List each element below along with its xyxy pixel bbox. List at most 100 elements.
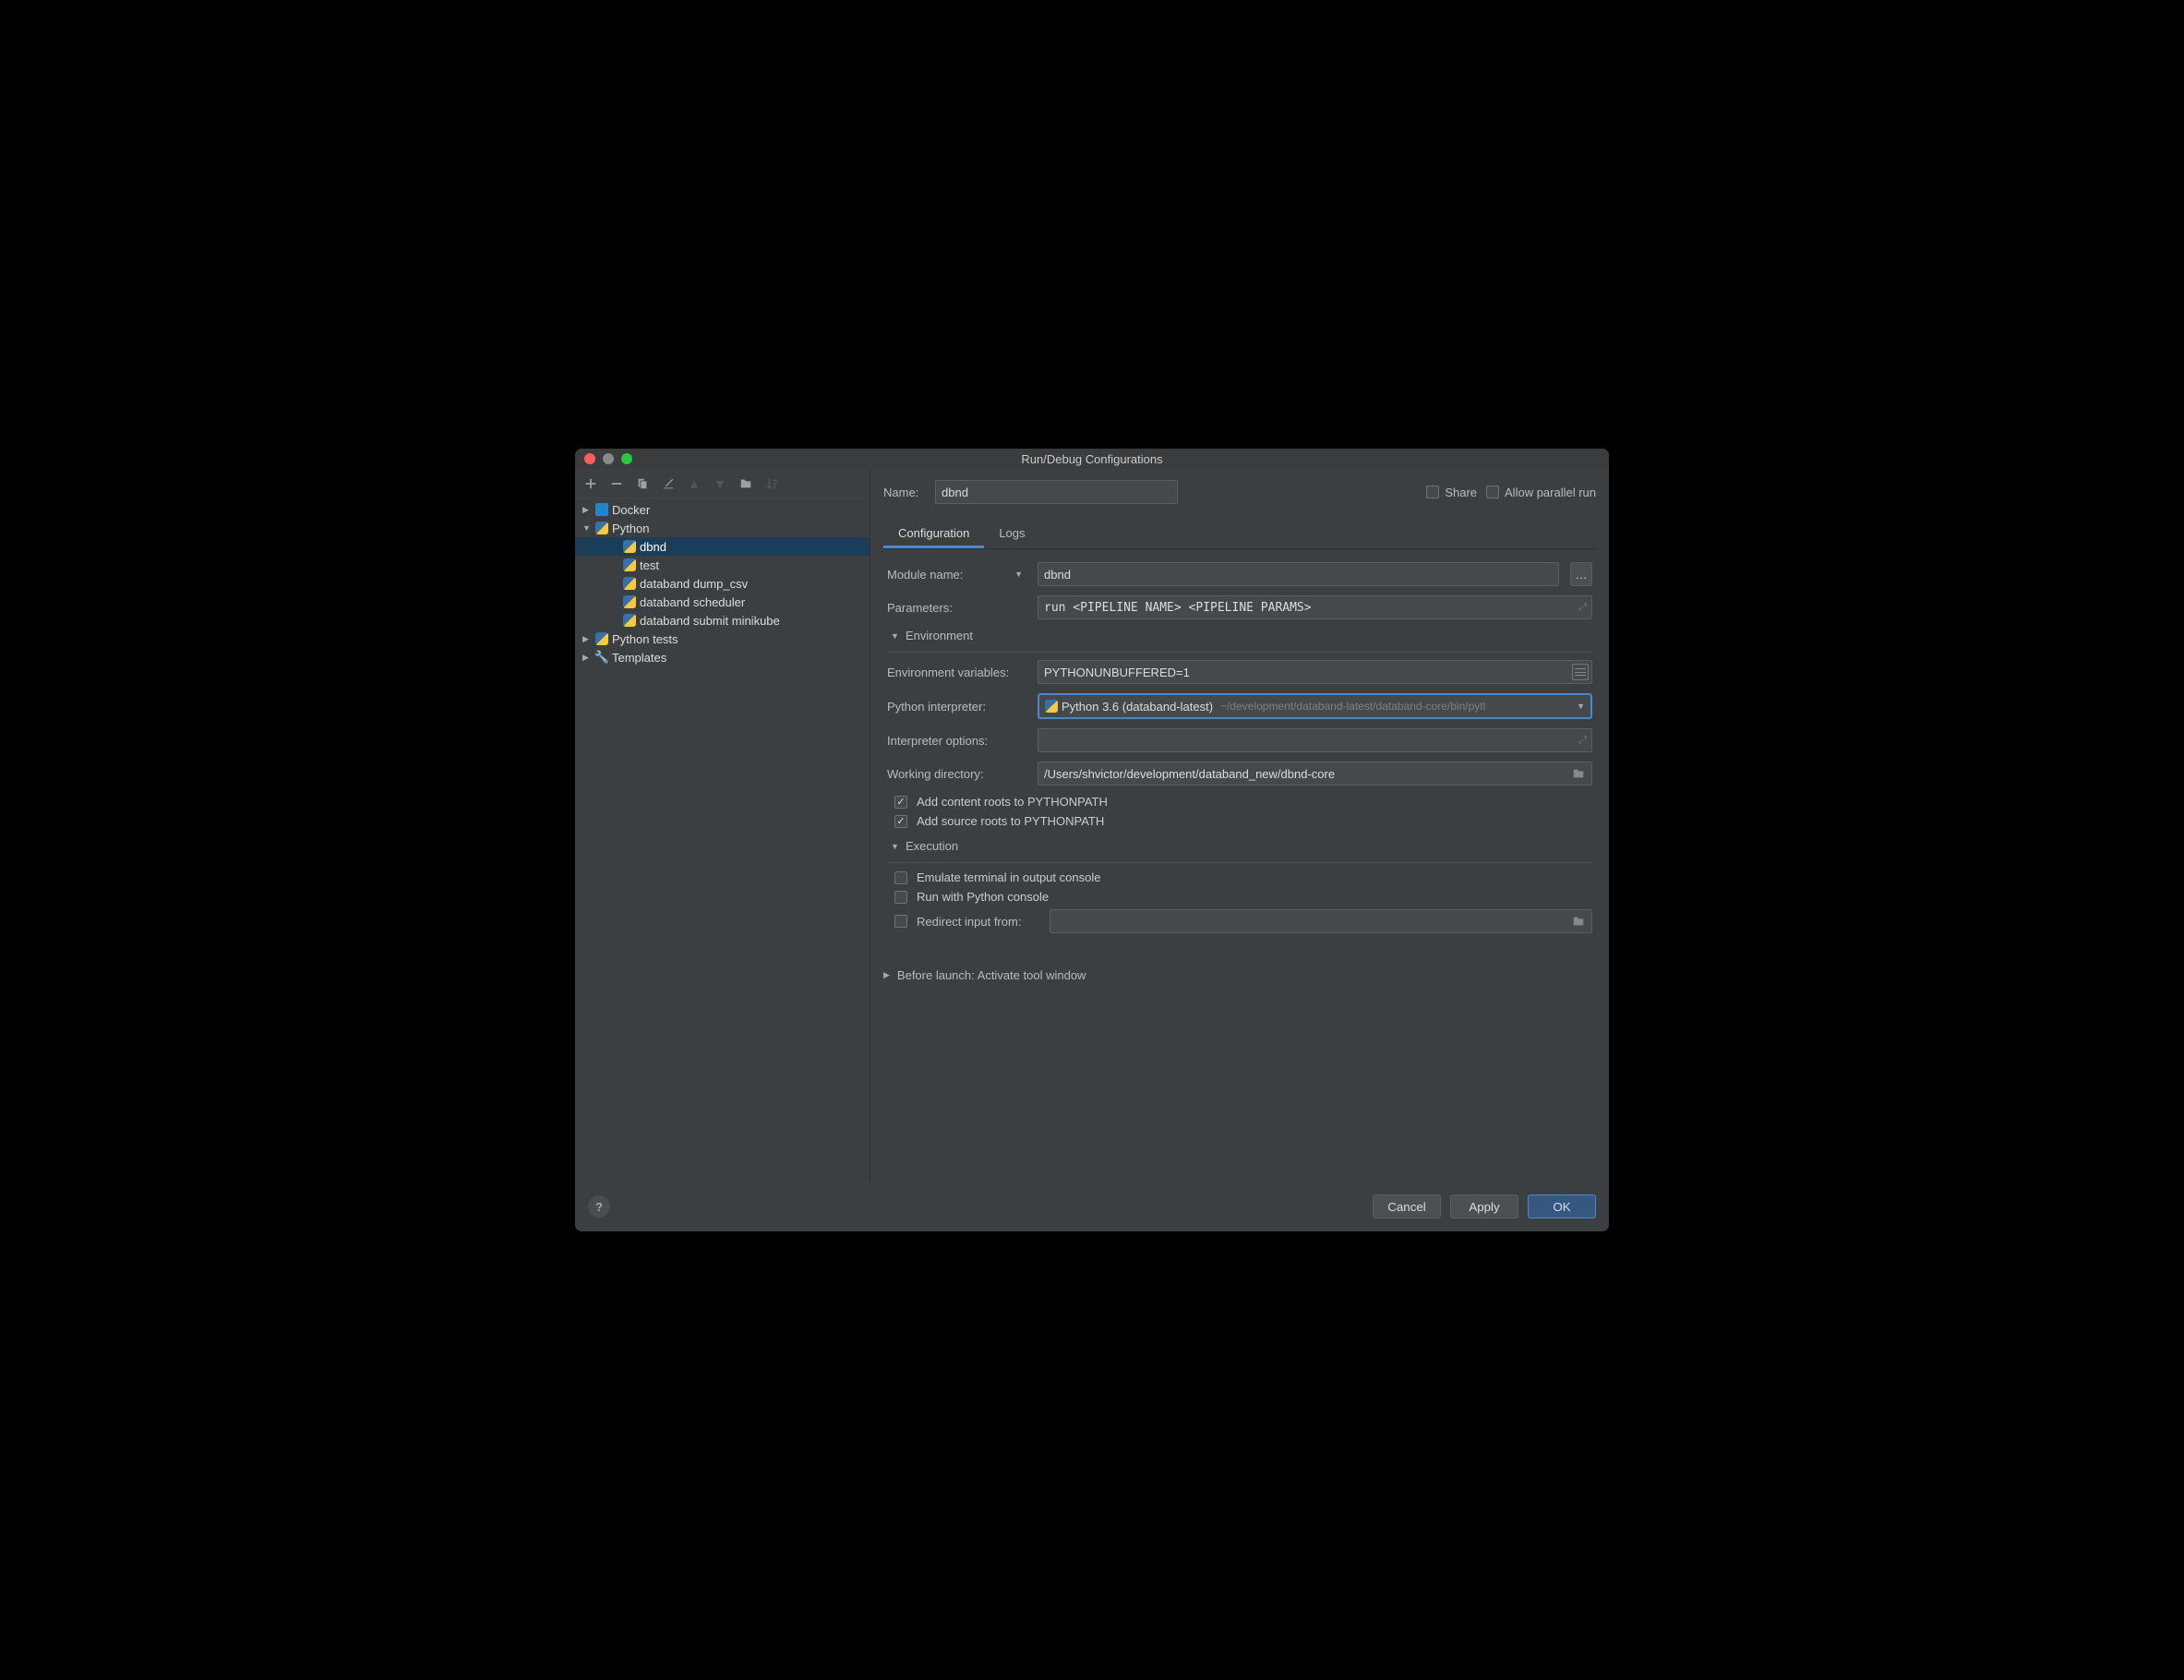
interpreter-path: ~/development/databand-latest/databand-c… — [1220, 700, 1573, 713]
python-icon — [623, 540, 636, 553]
interp-options-label: Interpreter options: — [887, 734, 1030, 748]
interp-options-input[interactable] — [1038, 728, 1592, 752]
tree-item-label: Docker — [612, 503, 650, 517]
maximize-window-icon[interactable] — [621, 453, 632, 464]
module-name-input[interactable] — [1038, 562, 1559, 586]
help-button[interactable]: ? — [588, 1195, 610, 1218]
main-area: ▲ ▼ ▶ Docker ▼Python dbnd test databand dump_… — [575, 469, 1609, 1182]
execution-section-label: Execution — [906, 839, 958, 853]
tree-item[interactable]: databand scheduler — [575, 593, 870, 611]
folder-icon[interactable] — [1568, 763, 1589, 784]
python-icon — [623, 595, 636, 608]
module-name-label[interactable]: Module name: ▼ — [887, 568, 1030, 582]
window-title: Run/Debug Configurations — [575, 452, 1609, 466]
module-more-button[interactable]: … — [1570, 562, 1592, 586]
config-form: Name: Share Allow parallel run Configura… — [870, 469, 1609, 1182]
tree-item[interactable]: ▶ Docker — [575, 500, 870, 519]
add-config-button[interactable] — [581, 474, 601, 494]
env-vars-row: Environment variables: — [887, 660, 1592, 684]
environment-section-header[interactable]: ▼ Environment — [891, 629, 1592, 642]
tree-item[interactable]: ▼Python — [575, 519, 870, 537]
remove-config-button[interactable] — [606, 474, 627, 494]
close-window-icon[interactable] — [584, 453, 595, 464]
tree-item[interactable]: test — [575, 556, 870, 574]
share-text: Share — [1445, 486, 1477, 499]
dialog-window: Run/Debug Configurations ▲ ▼ ▶Docker▼Pyt… — [575, 449, 1609, 1231]
run-python-console-label: Run with Python console — [917, 890, 1049, 904]
python-icon — [623, 577, 636, 590]
chevron-right-icon: ▶ — [883, 970, 890, 980]
list-icon[interactable] — [1572, 664, 1589, 680]
move-up-button[interactable]: ▲ — [684, 474, 704, 494]
tree-arrow-icon[interactable]: ▶ — [582, 634, 594, 644]
ok-button[interactable]: OK — [1528, 1194, 1596, 1218]
emulate-terminal-checkbox[interactable] — [894, 871, 907, 884]
expand-icon[interactable]: ⤢ — [1578, 602, 1587, 614]
tree-arrow-icon[interactable]: ▼ — [582, 523, 594, 533]
edit-templates-button[interactable] — [658, 474, 678, 494]
copy-config-button[interactable] — [632, 474, 653, 494]
cancel-button[interactable]: Cancel — [1373, 1194, 1441, 1218]
config-tree[interactable]: ▶ Docker ▼Python dbnd test databand dump_csvd… — [575, 498, 870, 1182]
allow-parallel-checkbox[interactable] — [1486, 486, 1499, 498]
sidebar-toolbar: ▲ ▼ — [575, 469, 870, 498]
add-source-roots-checkbox[interactable] — [894, 815, 907, 828]
run-python-console-checkbox[interactable] — [894, 891, 907, 904]
tree-item-label: Templates — [612, 651, 666, 665]
python-icon — [595, 522, 608, 534]
before-launch-header[interactable]: ▶ Before launch: Activate tool window — [883, 968, 1596, 982]
python-icon — [1045, 700, 1058, 713]
content: ▲ ▼ ▶ Docker ▼Python dbnd test databand dump_… — [575, 469, 1609, 1231]
tree-item-label: dbnd — [640, 540, 666, 554]
folder-icon[interactable] — [1568, 911, 1589, 931]
redirect-input-field[interactable] — [1050, 909, 1592, 933]
tree-item-label: databand scheduler — [640, 595, 745, 609]
module-name-row: Module name: ▼ … — [887, 562, 1592, 586]
env-vars-input[interactable] — [1038, 660, 1592, 684]
tree-item[interactable]: ▶🔧Templates — [575, 648, 870, 666]
before-launch-label: Before launch: Activate tool window — [897, 968, 1086, 982]
share-checkbox-label[interactable]: Share — [1426, 486, 1477, 499]
parameters-input[interactable] — [1038, 595, 1592, 619]
tree-item[interactable]: databand submit minikube — [575, 611, 870, 630]
interpreter-select[interactable]: Python 3.6 (databand-latest) ~/developme… — [1038, 693, 1592, 719]
add-source-roots-row[interactable]: Add source roots to PYTHONPATH — [894, 814, 1592, 828]
add-content-roots-row[interactable]: Add content roots to PYTHONPATH — [894, 795, 1592, 809]
tree-item[interactable]: dbnd — [575, 537, 870, 556]
apply-button[interactable]: Apply — [1450, 1194, 1518, 1218]
execution-section-header[interactable]: ▼ Execution — [891, 839, 1592, 853]
working-dir-input[interactable] — [1038, 762, 1592, 786]
name-label: Name: — [883, 486, 926, 499]
allow-parallel-label[interactable]: Allow parallel run — [1486, 486, 1596, 499]
tree-arrow-icon[interactable]: ▶ — [582, 505, 594, 515]
tree-item[interactable]: ▶Python tests — [575, 630, 870, 648]
redirect-input-checkbox[interactable] — [894, 915, 907, 928]
chevron-down-icon: ▼ — [1577, 702, 1585, 711]
config-panel: Module name: ▼ … Parameters: ⤢ — [883, 560, 1596, 954]
tree-arrow-icon[interactable]: ▶ — [582, 653, 594, 663]
tab-logs[interactable]: Logs — [984, 521, 1039, 548]
sort-button[interactable] — [762, 474, 782, 494]
share-checkbox[interactable] — [1426, 486, 1439, 498]
parameters-label: Parameters: — [887, 601, 1030, 615]
tree-item-label: databand dump_csv — [640, 577, 748, 591]
move-down-button[interactable]: ▼ — [710, 474, 730, 494]
interpreter-row: Python interpreter: Python 3.6 (databand… — [887, 693, 1592, 719]
add-content-roots-checkbox[interactable] — [894, 796, 907, 809]
redirect-input-checkbox-label[interactable]: Redirect input from: — [894, 915, 1042, 929]
chevron-down-icon: ▼ — [891, 842, 900, 851]
titlebar: Run/Debug Configurations — [575, 449, 1609, 469]
expand-icon[interactable]: ⤢ — [1578, 735, 1587, 747]
docker-icon — [595, 503, 608, 516]
folder-button[interactable] — [736, 474, 756, 494]
run-python-console-row[interactable]: Run with Python console — [894, 890, 1592, 904]
sidebar: ▲ ▼ ▶ Docker ▼Python dbnd test databand dump_… — [575, 469, 870, 1182]
tab-configuration[interactable]: Configuration — [883, 521, 984, 548]
name-input[interactable] — [935, 480, 1178, 504]
emulate-terminal-label: Emulate terminal in output console — [917, 870, 1100, 884]
emulate-terminal-row[interactable]: Emulate terminal in output console — [894, 870, 1592, 884]
tree-item[interactable]: databand dump_csv — [575, 574, 870, 593]
python-icon — [623, 558, 636, 571]
env-vars-label: Environment variables: — [887, 666, 1030, 679]
footer: ? Cancel Apply OK — [575, 1182, 1609, 1231]
